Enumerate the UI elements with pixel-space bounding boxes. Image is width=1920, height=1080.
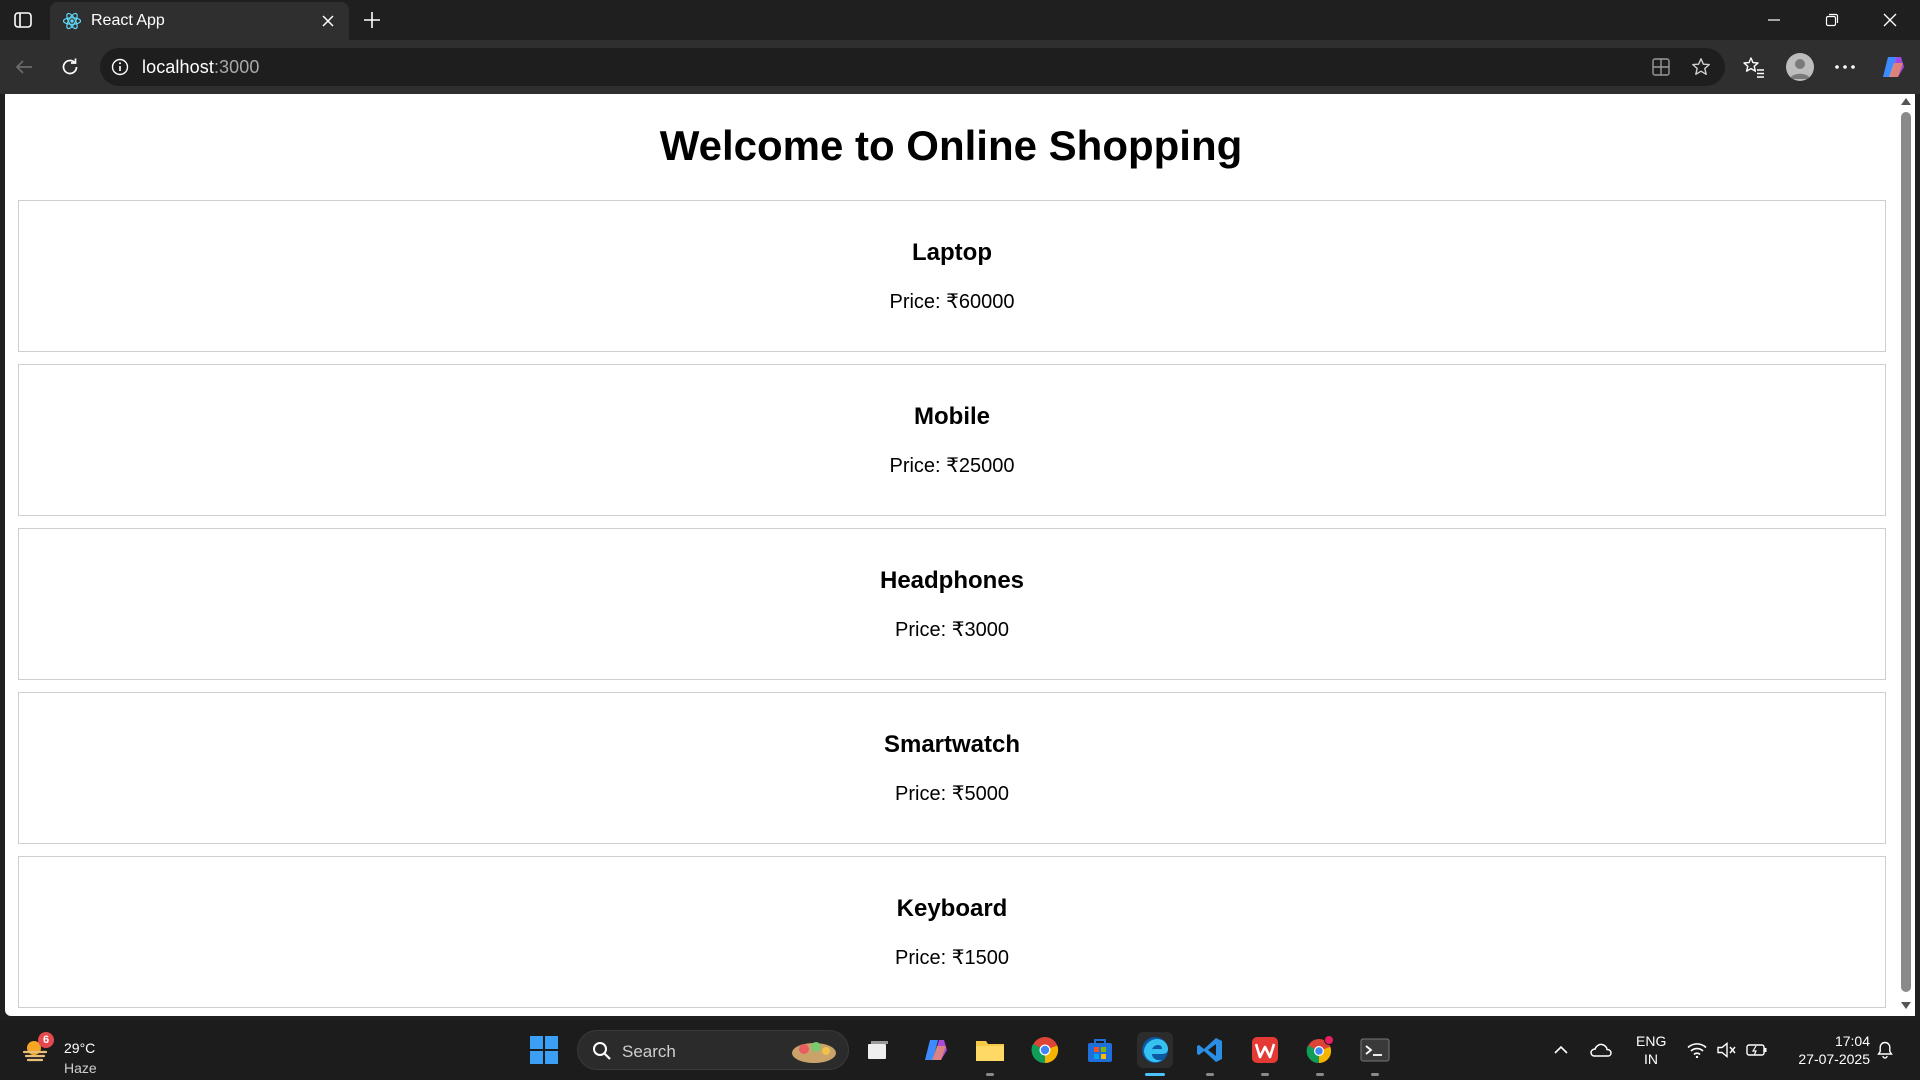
favorite-star-icon[interactable]: [1690, 56, 1712, 78]
clock-date: 27-07-2025: [1798, 1051, 1870, 1067]
minimize-icon[interactable]: [1762, 8, 1786, 32]
app-active-indicator: [1145, 1073, 1165, 1076]
region-code: IN: [1644, 1051, 1658, 1067]
task-view-icon[interactable]: [860, 1032, 896, 1068]
input-language-indicator[interactable]: ENG IN: [1636, 1032, 1666, 1068]
restore-icon[interactable]: [1820, 8, 1844, 32]
address-bar[interactable]: localhost:3000: [100, 48, 1725, 86]
battery-charging-icon[interactable]: [1746, 1039, 1768, 1061]
terminal-icon[interactable]: [1357, 1032, 1393, 1076]
app-running-indicator: [1371, 1073, 1379, 1076]
wps-office-icon[interactable]: [1247, 1032, 1283, 1076]
product-card: Laptop Price: ₹60000: [18, 200, 1886, 352]
scroll-down-arrow-icon[interactable]: [1901, 1002, 1911, 1009]
chrome-icon[interactable]: [1027, 1032, 1063, 1068]
weather-temperature: 29°C: [64, 1040, 96, 1056]
search-placeholder: Search: [622, 1042, 676, 1061]
onedrive-cloud-icon[interactable]: [1590, 1039, 1612, 1061]
page-title: Welcome to Online Shopping: [659, 122, 1243, 169]
app-running-indicator: [1316, 1073, 1324, 1076]
product-card: Headphones Price: ₹3000: [18, 528, 1886, 680]
search-icon: [592, 1041, 612, 1061]
profile-avatar[interactable]: [1786, 53, 1814, 81]
site-info-icon[interactable]: [110, 57, 130, 77]
app-running-indicator: [1206, 1073, 1214, 1076]
back-arrow-icon[interactable]: [10, 53, 38, 81]
vertical-scrollbar[interactable]: [1897, 94, 1915, 1016]
vscode-icon[interactable]: [1192, 1032, 1228, 1076]
language-code: ENG: [1636, 1033, 1667, 1049]
weather-condition: Haze: [64, 1060, 97, 1076]
app-running-indicator: [1261, 1073, 1269, 1076]
copilot-icon[interactable]: [1879, 53, 1907, 81]
product-name: Laptop: [912, 239, 992, 266]
refresh-icon[interactable]: [56, 53, 84, 81]
file-explorer-icon[interactable]: [972, 1032, 1008, 1076]
system-clock[interactable]: 17:04 27-07-2025: [1780, 1032, 1870, 1068]
edge-icon[interactable]: [1137, 1032, 1173, 1076]
page-viewport: Welcome to Online Shopping Laptop Price:…: [5, 94, 1897, 1016]
chrome-profile-icon[interactable]: [1302, 1032, 1338, 1076]
copilot-app-icon[interactable]: [918, 1032, 954, 1068]
scrollbar-thumb[interactable]: [1901, 112, 1911, 992]
notification-bell-icon[interactable]: [1874, 1039, 1896, 1061]
product-name: Headphones: [879, 567, 1025, 594]
product-name: Keyboard: [896, 895, 1008, 922]
tab-react-app[interactable]: React App: [50, 2, 349, 40]
store-icon[interactable]: [1082, 1032, 1118, 1068]
product-price: Price: ₹60000: [889, 291, 1015, 313]
new-tab-icon[interactable]: [360, 8, 384, 32]
product-name: Smartwatch: [883, 731, 1021, 758]
react-logo-icon: [62, 11, 82, 31]
product-card: Mobile Price: ₹25000: [18, 364, 1886, 516]
taskbar-search-box[interactable]: Search: [577, 1030, 849, 1070]
search-highlight-art-icon: [788, 1037, 840, 1065]
app-running-indicator: [986, 1073, 994, 1076]
product-card: Smartwatch Price: ₹5000: [18, 692, 1886, 844]
show-hidden-icons-chevron-icon[interactable]: [1550, 1039, 1572, 1061]
address-url[interactable]: localhost:3000: [142, 57, 260, 78]
address-host: localhost: [142, 57, 214, 77]
windows-taskbar: 6 29°C Haze Search ENG IN 17:04 27-07-20…: [0, 1020, 1920, 1080]
weather-notification-badge: 6: [38, 1032, 54, 1048]
tab-close-icon[interactable]: [318, 11, 338, 31]
wifi-icon[interactable]: [1686, 1039, 1708, 1061]
address-port: :3000: [213, 57, 260, 77]
favorites-icon[interactable]: [1740, 53, 1768, 81]
app-available-icon[interactable]: [1650, 56, 1672, 78]
volume-muted-icon[interactable]: [1716, 1039, 1738, 1061]
product-list: Laptop Price: ₹60000 Mobile Price: ₹2500…: [18, 200, 1886, 1016]
more-options-icon[interactable]: [1831, 53, 1859, 81]
scroll-up-arrow-icon[interactable]: [1901, 98, 1911, 105]
close-window-icon[interactable]: [1878, 8, 1902, 32]
start-icon[interactable]: [526, 1032, 562, 1068]
clock-time: 17:04: [1834, 1033, 1870, 1049]
product-card: Keyboard Price: ₹1500: [18, 856, 1886, 1008]
browser-tabstrip: React App: [0, 0, 1920, 40]
weather-widget[interactable]: 6 29°C Haze: [20, 1030, 110, 1076]
sidebar-toggle-icon[interactable]: [12, 9, 34, 31]
product-name: Mobile: [914, 403, 990, 430]
product-price: Price: ₹1500: [895, 947, 1009, 969]
product-price: Price: ₹5000: [895, 783, 1009, 805]
tab-title: React App: [91, 12, 165, 29]
product-price: Price: ₹3000: [895, 619, 1009, 641]
browser-toolbar: localhost:3000: [0, 40, 1920, 94]
product-price: Price: ₹25000: [889, 455, 1015, 477]
